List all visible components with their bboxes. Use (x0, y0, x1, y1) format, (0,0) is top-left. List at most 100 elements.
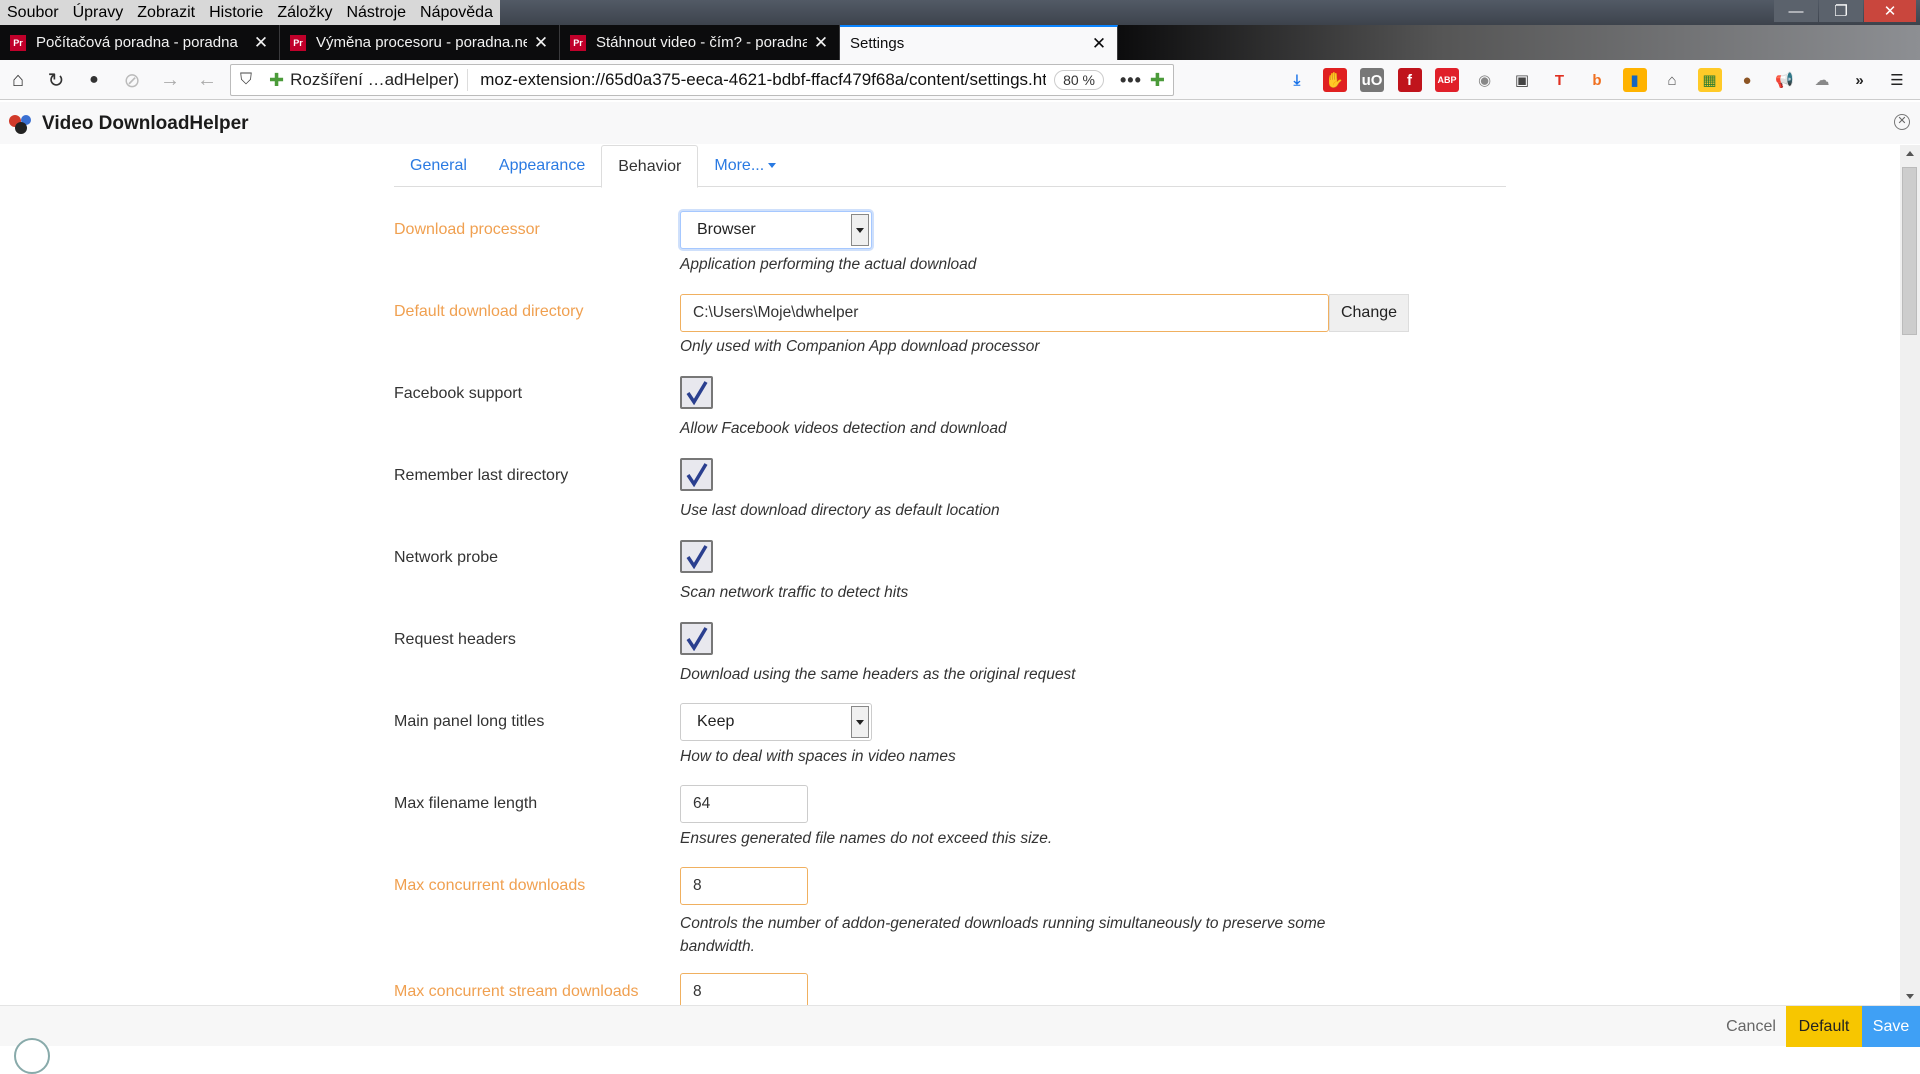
scroll-down-icon[interactable] (1906, 994, 1914, 999)
download-processor-select[interactable]: Browser (680, 211, 872, 249)
chevron-down-icon (851, 706, 869, 738)
menu-view[interactable]: Zobrazit (130, 0, 202, 25)
navigation-toolbar: ⌂ ↻ ● ⊘ → ← ⛉ ✚ Rozšíření …adHelper) moz… (0, 60, 1920, 100)
favicon-icon: Pr (10, 34, 26, 51)
menu-edit[interactable]: Úpravy (66, 0, 131, 25)
tab-close-icon[interactable]: ✕ (253, 33, 269, 53)
tab-close-icon[interactable]: ✕ (1091, 34, 1107, 54)
download-processor-desc: Application performing the actual downlo… (680, 256, 977, 273)
download-icon[interactable]: ⤓ (1285, 68, 1309, 92)
megaphone-icon[interactable]: 📢 (1773, 68, 1797, 92)
long-titles-value: Keep (697, 713, 735, 730)
tab-behavior[interactable]: Behavior (601, 145, 699, 188)
tab-general[interactable]: General (394, 145, 483, 187)
tracking-shield-icon[interactable]: ⛉ (231, 71, 261, 89)
favicon-icon: Pr (570, 34, 586, 51)
default-directory-input[interactable]: C:\Users\Moje\dwhelper (680, 294, 1329, 332)
page-actions-icon[interactable]: ••• (1120, 70, 1142, 91)
default-directory-desc: Only used with Companion App download pr… (680, 338, 1040, 355)
minimize-button[interactable]: — (1774, 0, 1818, 22)
caret-down-icon (768, 163, 777, 169)
close-window-button[interactable]: ✕ (1864, 0, 1916, 22)
favicon-icon: Pr (290, 34, 306, 51)
tab-close-icon[interactable]: ✕ (813, 33, 829, 53)
browser-tab-settings[interactable]: Settings ✕ (840, 25, 1118, 60)
chat-icon[interactable]: ◉ (1473, 68, 1497, 92)
facebook-support-checkbox[interactable] (680, 376, 713, 409)
tab-label: Výměna procesoru - poradna.net (316, 34, 527, 51)
max-concurrent-input[interactable]: 8 (680, 867, 808, 905)
checkmark-icon (686, 381, 708, 405)
url-bar[interactable]: ⛉ ✚ Rozšíření …adHelper) moz-extension:/… (230, 64, 1174, 96)
extension-identity-chip[interactable]: ✚ Rozšíření …adHelper) (261, 69, 469, 91)
download-processor-label: Download processor (394, 221, 540, 238)
change-directory-button[interactable]: Change (1329, 294, 1409, 332)
download-processor-value: Browser (697, 221, 756, 238)
back-icon[interactable]: ← (195, 68, 219, 92)
window-title-bar: Soubor Úpravy Zobrazit Historie Záložky … (0, 0, 1920, 25)
remember-directory-checkbox[interactable] (680, 458, 713, 491)
settings-footer: Cancel Default Save (0, 1005, 1920, 1047)
page-scrollbar[interactable] (1900, 145, 1920, 1005)
home-icon[interactable]: ⌂ (6, 68, 30, 92)
tab-more-label: More... (714, 157, 765, 174)
menu-file[interactable]: Soubor (0, 0, 66, 25)
tab-appearance[interactable]: Appearance (483, 145, 601, 187)
tab-close-icon[interactable]: ✕ (533, 33, 549, 53)
request-headers-desc: Download using the same headers as the o… (680, 666, 1076, 683)
colorful-icon[interactable]: ▦ (1697, 68, 1722, 92)
extension-header: Video DownloadHelper ✕ (0, 102, 1920, 144)
menu-bookmarks[interactable]: Záložky (270, 0, 339, 25)
network-probe-checkbox[interactable] (680, 540, 713, 573)
basket-icon[interactable]: ⌂ (1660, 68, 1684, 92)
scroll-thumb[interactable] (1902, 167, 1917, 335)
ublock-icon[interactable]: ✋ (1322, 68, 1347, 92)
ublock-origin-icon[interactable]: uO (1360, 68, 1384, 92)
long-titles-select[interactable]: Keep (680, 703, 872, 741)
cookie-icon[interactable]: ● (1735, 68, 1759, 92)
close-panel-icon[interactable]: ✕ (1894, 114, 1910, 130)
tab-label: Settings (850, 35, 905, 52)
max-concurrent-label: Max concurrent downloads (394, 877, 586, 894)
hamburger-icon[interactable]: ☰ (1885, 68, 1909, 92)
browser-tab-2[interactable]: Pr Výměna procesoru - poradna.net ✕ (280, 25, 560, 60)
chevron-down-icon (851, 214, 869, 246)
forward-icon[interactable]: → (158, 68, 182, 92)
menu-history[interactable]: Historie (202, 0, 270, 25)
max-filename-label: Max filename length (394, 795, 538, 812)
scroll-up-icon[interactable] (1906, 151, 1914, 156)
max-filename-input[interactable]: 64 (680, 785, 808, 823)
globe-icon (14, 1038, 50, 1074)
max-filename-desc: Ensures generated file names do not exce… (680, 830, 1053, 847)
menu-help[interactable]: Nápověda (413, 0, 500, 25)
stop-icon[interactable]: ⊘ (120, 68, 144, 92)
network-probe-label: Network probe (394, 549, 499, 566)
adblock-plus-icon[interactable]: ABP (1435, 68, 1459, 92)
translate-icon[interactable]: T (1548, 68, 1572, 92)
reload-icon[interactable]: ↻ (44, 68, 68, 92)
flash-icon[interactable]: f (1397, 68, 1422, 92)
request-headers-checkbox[interactable] (680, 622, 713, 655)
save-button[interactable]: Save (1862, 1006, 1920, 1047)
puzzle-icon: ✚ (269, 69, 285, 90)
cloud-icon[interactable]: ☁ (1810, 68, 1834, 92)
url-text[interactable]: moz-extension://65d0a375-eeca-4621-bdbf-… (480, 70, 1046, 90)
browser-tab-3[interactable]: Pr Stáhnout video - čím? - poradna ✕ (560, 25, 840, 60)
b-icon[interactable]: b (1585, 68, 1609, 92)
maximize-button[interactable]: ❐ (1819, 0, 1863, 22)
window-controls: — ❐ ✕ (1773, 0, 1916, 22)
overflow-icon[interactable]: » (1848, 68, 1872, 92)
extension-badge-icon[interactable]: ● (82, 68, 106, 92)
menu-tools[interactable]: Nástroje (339, 0, 413, 25)
reader-icon[interactable]: ▣ (1510, 68, 1534, 92)
zoom-indicator[interactable]: 80 % (1054, 70, 1104, 90)
checkmark-icon (686, 463, 708, 487)
stats-icon[interactable]: ▮ (1622, 68, 1647, 92)
cancel-button[interactable]: Cancel (1715, 1006, 1787, 1047)
remember-directory-desc: Use last download directory as default l… (680, 502, 1000, 519)
tab-more[interactable]: More... (698, 145, 792, 187)
tab-strip-background (1118, 25, 1920, 60)
browser-tab-1[interactable]: Pr Počítačová poradna - poradna ✕ (0, 25, 280, 60)
default-button[interactable]: Default (1786, 1006, 1862, 1047)
extension-puzzle-icon[interactable]: ✚ (1150, 70, 1165, 91)
